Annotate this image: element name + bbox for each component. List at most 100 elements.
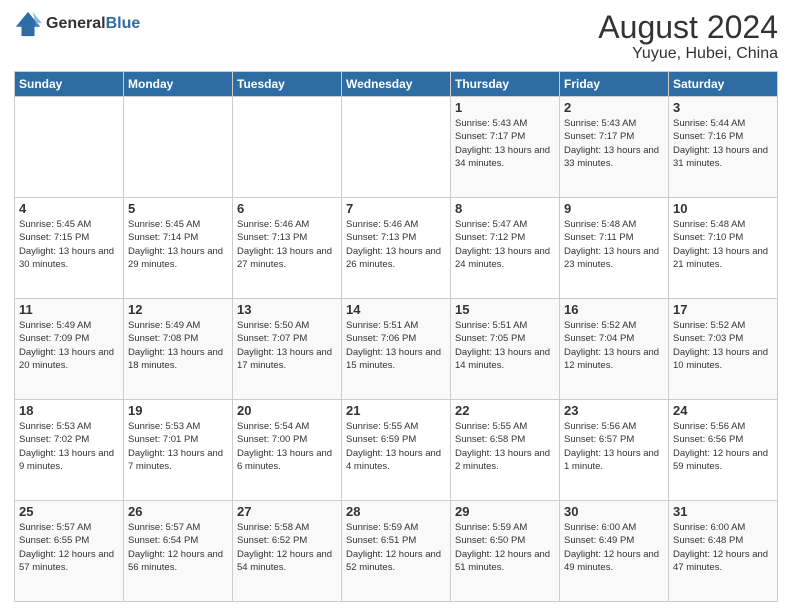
day-info: Sunrise: 5:59 AM Sunset: 6:50 PM Dayligh…: [455, 521, 555, 574]
day-info: Sunrise: 5:43 AM Sunset: 7:17 PM Dayligh…: [564, 117, 664, 170]
day-info: Sunrise: 5:54 AM Sunset: 7:00 PM Dayligh…: [237, 420, 337, 473]
day-number: 18: [19, 403, 119, 418]
calendar-cell: 7 Sunrise: 5:46 AM Sunset: 7:13 PM Daylig…: [342, 198, 451, 299]
header-day-thursday: Thursday: [451, 72, 560, 97]
day-number: 8: [455, 201, 555, 216]
day-number: 29: [455, 504, 555, 519]
day-number: 11: [19, 302, 119, 317]
day-number: 28: [346, 504, 446, 519]
calendar-table: SundayMondayTuesdayWednesdayThursdayFrid…: [14, 71, 778, 602]
calendar-cell: 10 Sunrise: 5:48 AM Sunset: 7:10 PM Dayli…: [669, 198, 778, 299]
day-info: Sunrise: 5:49 AM Sunset: 7:08 PM Dayligh…: [128, 319, 228, 372]
calendar-cell: 25 Sunrise: 5:57 AM Sunset: 6:55 PM Dayli…: [15, 501, 124, 602]
day-number: 17: [673, 302, 773, 317]
day-info: Sunrise: 5:44 AM Sunset: 7:16 PM Dayligh…: [673, 117, 773, 170]
day-info: Sunrise: 6:00 AM Sunset: 6:48 PM Dayligh…: [673, 521, 773, 574]
calendar-cell: 4Sunrise: 5:45 AM Sunset: 7:15 PM Daylig…: [15, 198, 124, 299]
day-number: 22: [455, 403, 555, 418]
header-day-tuesday: Tuesday: [233, 72, 342, 97]
day-info: Sunrise: 5:53 AM Sunset: 7:01 PM Dayligh…: [128, 420, 228, 473]
day-number: 31: [673, 504, 773, 519]
calendar-cell: [15, 97, 124, 198]
calendar-cell: 20 Sunrise: 5:54 AM Sunset: 7:00 PM Dayli…: [233, 400, 342, 501]
week-row-3: 11 Sunrise: 5:49 AM Sunset: 7:09 PM Dayli…: [15, 299, 778, 400]
calendar-cell: 14 Sunrise: 5:51 AM Sunset: 7:06 PM Dayli…: [342, 299, 451, 400]
day-number: 9: [564, 201, 664, 216]
page: GeneralBlue August 2024 Yuyue, Hubei, Ch…: [0, 0, 792, 612]
day-info: Sunrise: 5:59 AM Sunset: 6:51 PM Dayligh…: [346, 521, 446, 574]
day-number: 19: [128, 403, 228, 418]
day-number: 16: [564, 302, 664, 317]
main-title: August 2024: [598, 10, 778, 45]
day-info: Sunrise: 5:46 AM Sunset: 7:13 PM Dayligh…: [346, 218, 446, 271]
logo: GeneralBlue: [14, 10, 140, 38]
day-number: 24: [673, 403, 773, 418]
week-row-1: 1 Sunrise: 5:43 AM Sunset: 7:17 PM Daylig…: [15, 97, 778, 198]
day-info: Sunrise: 5:45 AM Sunset: 7:14 PM Dayligh…: [128, 218, 228, 271]
calendar-cell: [342, 97, 451, 198]
day-number: 6: [237, 201, 337, 216]
calendar-cell: 16Sunrise: 5:52 AM Sunset: 7:04 PM Dayli…: [560, 299, 669, 400]
calendar-cell: 19 Sunrise: 5:53 AM Sunset: 7:01 PM Dayli…: [124, 400, 233, 501]
calendar-cell: 11 Sunrise: 5:49 AM Sunset: 7:09 PM Dayli…: [15, 299, 124, 400]
day-number: 20: [237, 403, 337, 418]
day-number: 10: [673, 201, 773, 216]
calendar-cell: 30Sunrise: 6:00 AM Sunset: 6:49 PM Dayli…: [560, 501, 669, 602]
day-info: Sunrise: 5:57 AM Sunset: 6:54 PM Dayligh…: [128, 521, 228, 574]
day-info: Sunrise: 5:45 AM Sunset: 7:15 PM Dayligh…: [19, 218, 119, 271]
day-number: 5: [128, 201, 228, 216]
day-number: 27: [237, 504, 337, 519]
day-info: Sunrise: 5:48 AM Sunset: 7:10 PM Dayligh…: [673, 218, 773, 271]
calendar-cell: 21Sunrise: 5:55 AM Sunset: 6:59 PM Dayli…: [342, 400, 451, 501]
calendar-cell: 22 Sunrise: 5:55 AM Sunset: 6:58 PM Dayli…: [451, 400, 560, 501]
sub-title: Yuyue, Hubei, China: [598, 45, 778, 63]
day-number: 30: [564, 504, 664, 519]
calendar-cell: 9Sunrise: 5:48 AM Sunset: 7:11 PM Daylig…: [560, 198, 669, 299]
day-info: Sunrise: 5:58 AM Sunset: 6:52 PM Dayligh…: [237, 521, 337, 574]
day-number: 1: [455, 100, 555, 115]
header-day-wednesday: Wednesday: [342, 72, 451, 97]
day-number: 26: [128, 504, 228, 519]
logo-icon: [14, 10, 42, 38]
day-number: 3: [673, 100, 773, 115]
day-info: Sunrise: 5:57 AM Sunset: 6:55 PM Dayligh…: [19, 521, 119, 574]
day-number: 25: [19, 504, 119, 519]
calendar-cell: 31 Sunrise: 6:00 AM Sunset: 6:48 PM Dayli…: [669, 501, 778, 602]
day-info: Sunrise: 5:53 AM Sunset: 7:02 PM Dayligh…: [19, 420, 119, 473]
day-number: 7: [346, 201, 446, 216]
day-info: Sunrise: 5:56 AM Sunset: 6:56 PM Dayligh…: [673, 420, 773, 473]
calendar-cell: 18 Sunrise: 5:53 AM Sunset: 7:02 PM Dayli…: [15, 400, 124, 501]
day-info: Sunrise: 5:49 AM Sunset: 7:09 PM Dayligh…: [19, 319, 119, 372]
header: GeneralBlue August 2024 Yuyue, Hubei, Ch…: [14, 10, 778, 63]
calendar-cell: 2 Sunrise: 5:43 AM Sunset: 7:17 PM Daylig…: [560, 97, 669, 198]
calendar-cell: [124, 97, 233, 198]
calendar-cell: 24 Sunrise: 5:56 AM Sunset: 6:56 PM Dayli…: [669, 400, 778, 501]
calendar-cell: 3 Sunrise: 5:44 AM Sunset: 7:16 PM Daylig…: [669, 97, 778, 198]
day-number: 13: [237, 302, 337, 317]
day-info: Sunrise: 5:52 AM Sunset: 7:03 PM Dayligh…: [673, 319, 773, 372]
header-day-sunday: Sunday: [15, 72, 124, 97]
day-number: 14: [346, 302, 446, 317]
day-info: Sunrise: 5:47 AM Sunset: 7:12 PM Dayligh…: [455, 218, 555, 271]
calendar-cell: 6Sunrise: 5:46 AM Sunset: 7:13 PM Daylig…: [233, 198, 342, 299]
day-info: Sunrise: 5:43 AM Sunset: 7:17 PM Dayligh…: [455, 117, 555, 170]
week-row-5: 25 Sunrise: 5:57 AM Sunset: 6:55 PM Dayli…: [15, 501, 778, 602]
day-info: Sunrise: 5:55 AM Sunset: 6:58 PM Dayligh…: [455, 420, 555, 473]
header-day-monday: Monday: [124, 72, 233, 97]
calendar-cell: 27 Sunrise: 5:58 AM Sunset: 6:52 PM Dayli…: [233, 501, 342, 602]
calendar-cell: 12Sunrise: 5:49 AM Sunset: 7:08 PM Dayli…: [124, 299, 233, 400]
header-day-friday: Friday: [560, 72, 669, 97]
day-number: 21: [346, 403, 446, 418]
calendar-cell: 26 Sunrise: 5:57 AM Sunset: 6:54 PM Dayli…: [124, 501, 233, 602]
calendar-cell: 29 Sunrise: 5:59 AM Sunset: 6:50 PM Dayli…: [451, 501, 560, 602]
day-number: 2: [564, 100, 664, 115]
calendar-cell: 8 Sunrise: 5:47 AM Sunset: 7:12 PM Daylig…: [451, 198, 560, 299]
title-block: August 2024 Yuyue, Hubei, China: [598, 10, 778, 63]
day-info: Sunrise: 5:51 AM Sunset: 7:05 PM Dayligh…: [455, 319, 555, 372]
calendar-cell: 13Sunrise: 5:50 AM Sunset: 7:07 PM Dayli…: [233, 299, 342, 400]
calendar-cell: 1 Sunrise: 5:43 AM Sunset: 7:17 PM Daylig…: [451, 97, 560, 198]
day-info: Sunrise: 5:51 AM Sunset: 7:06 PM Dayligh…: [346, 319, 446, 372]
calendar-cell: 5 Sunrise: 5:45 AM Sunset: 7:14 PM Daylig…: [124, 198, 233, 299]
day-number: 15: [455, 302, 555, 317]
calendar-cell: 23Sunrise: 5:56 AM Sunset: 6:57 PM Dayli…: [560, 400, 669, 501]
